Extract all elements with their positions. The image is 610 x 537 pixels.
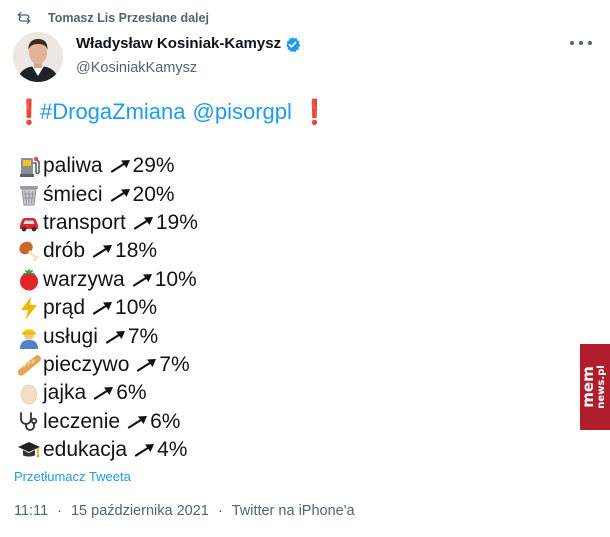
list-item: transport 19% [16, 209, 198, 237]
item-label: usługi [43, 324, 98, 348]
mention-link[interactable]: @pisorgpl [193, 99, 292, 125]
list-item: edukacja 4% [16, 436, 198, 464]
tweet-source[interactable]: Twitter na iPhone'a [232, 503, 355, 519]
more-dot [588, 41, 592, 45]
avatar[interactable] [13, 32, 63, 82]
hashtag-link[interactable]: #DrogaZmiana [40, 99, 186, 125]
worker-icon [16, 324, 42, 350]
item-label: edukacja [43, 438, 128, 462]
baguette-icon [16, 352, 42, 378]
trend-up-arrow-icon [133, 216, 153, 230]
tomato-icon [16, 267, 42, 293]
item-label: transport [43, 210, 126, 234]
car-icon [16, 210, 42, 236]
trend-up-arrow-icon [127, 415, 148, 429]
stethoscope-icon [16, 409, 42, 435]
price-list: paliwa 29% śmieci 20% transport 19% drób… [16, 152, 198, 464]
more-options-button[interactable] [570, 36, 592, 50]
wastebasket-icon [16, 182, 42, 208]
item-change: 19% [155, 210, 198, 234]
list-item: prąd 10% [16, 294, 198, 322]
graduation-cap-icon [16, 437, 42, 463]
list-item: drób 18% [16, 237, 198, 265]
list-item: jajka 6% [16, 379, 198, 407]
item-change: 4% [157, 438, 188, 462]
item-change: 20% [132, 182, 175, 206]
item-label: śmieci [43, 182, 103, 206]
item-change: 18% [115, 239, 158, 263]
watermark-line: mem [580, 366, 597, 408]
trend-up-arrow-icon [110, 160, 130, 173]
item-change: 6% [150, 409, 181, 433]
item-label: pieczywo [43, 352, 130, 376]
trend-up-arrow-icon [92, 302, 113, 315]
trend-up-arrow-icon [134, 444, 155, 457]
trend-up-arrow-icon [105, 330, 125, 344]
lightning-icon [16, 295, 42, 321]
item-label: drób [43, 239, 86, 263]
more-dot [570, 41, 574, 45]
author-block[interactable]: Władysław Kosiniak-Kamysz @KosiniakKamys… [76, 34, 301, 78]
tweet-time[interactable]: 11:11 [14, 503, 48, 519]
tweet-metadata: 11:11 · 15 października 2021 · Twitter n… [14, 503, 355, 519]
item-change: 29% [132, 154, 175, 178]
list-item: warzywa 10% [16, 266, 198, 294]
item-label: prąd [43, 296, 86, 320]
item-change: 7% [127, 324, 159, 348]
author-handle[interactable]: @KosiniakKamysz [76, 58, 301, 78]
poultry-leg-icon [16, 238, 42, 264]
list-item: usługi 7% [16, 322, 198, 350]
separator: · [217, 503, 223, 519]
retweet-icon [17, 12, 31, 24]
watermark-line: news.pl [596, 365, 607, 409]
fuel-pump-icon [16, 153, 42, 179]
item-change: 10% [154, 267, 197, 291]
trend-up-arrow-icon [110, 188, 130, 202]
egg-icon [16, 380, 42, 406]
item-change: 7% [159, 352, 190, 376]
more-dot [579, 41, 583, 45]
watermark-logo: mem news.pl [580, 344, 610, 430]
retweet-header[interactable]: Tomasz Lis Przesłane dalej [14, 8, 209, 28]
retweet-text: Tomasz Lis Przesłane dalej [48, 11, 209, 25]
exclamation-icon: ❗ [14, 98, 44, 126]
list-item: leczenie 6% [16, 408, 198, 436]
trend-up-arrow-icon [137, 358, 157, 372]
translate-tweet-link[interactable]: Przetłumacz Tweeta [14, 469, 131, 484]
tweet-headline: ❗ #DrogaZmiana @pisorgpl ❗ [14, 97, 330, 127]
user-avatar [13, 32, 63, 82]
list-item: pieczywo 7% [16, 351, 198, 379]
exclamation-icon: ❗ [299, 98, 330, 126]
item-label: paliwa [43, 154, 103, 178]
item-change: 10% [115, 296, 158, 320]
trend-up-arrow-icon [132, 273, 152, 287]
separator: · [57, 503, 62, 519]
list-item: paliwa 29% [16, 152, 198, 180]
item-label: warzywa [43, 267, 125, 291]
item-change: 6% [116, 381, 147, 405]
item-label: jajka [43, 381, 87, 405]
author-name[interactable]: Władysław Kosiniak-Kamysz [76, 34, 281, 54]
tweet-date[interactable]: 15 października 2021 [71, 503, 209, 519]
trend-up-arrow-icon [94, 387, 114, 400]
list-item: śmieci 20% [16, 180, 198, 208]
item-label: leczenie [43, 409, 121, 433]
verified-badge-icon [286, 36, 301, 52]
trend-up-arrow-icon [92, 245, 113, 258]
